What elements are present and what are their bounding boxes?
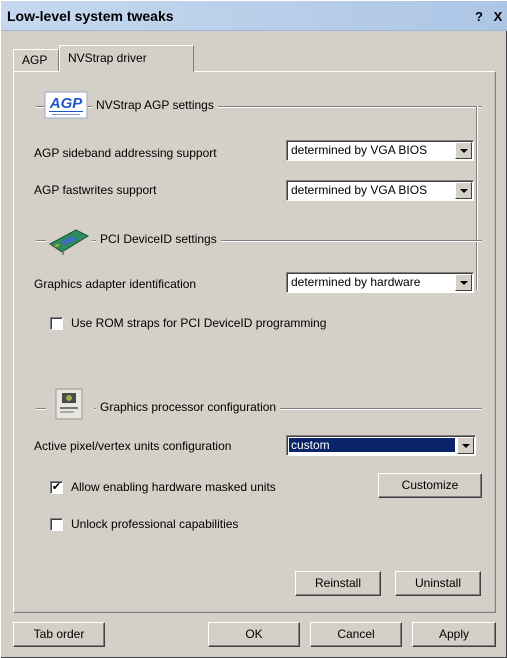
customize-button[interactable]: Customize (378, 473, 482, 498)
chevron-down-icon[interactable] (455, 274, 472, 291)
tab-nvstrap-label: NVStrap driver (68, 51, 147, 65)
fastwrites-label: AGP fastwrites support (34, 183, 157, 197)
tab-panel: AGP NVStrap AGP settings AGP sideband ad… (13, 71, 496, 613)
masked-units-label[interactable]: Allow enabling hardware masked units (71, 480, 276, 494)
apply-button[interactable]: Apply (412, 622, 496, 647)
units-label: Active pixel/vertex units configuration (34, 439, 232, 453)
professional-label[interactable]: Unlock professional capabilities (71, 517, 238, 531)
tab-agp[interactable]: AGP (13, 49, 59, 71)
masked-units-checkbox[interactable]: ✔ (50, 481, 63, 494)
ok-button[interactable]: OK (208, 622, 300, 647)
adapter-select[interactable]: determined by hardware (286, 272, 474, 293)
units-select[interactable]: custom (286, 435, 476, 456)
chevron-down-icon[interactable] (455, 182, 472, 199)
pci-group-title: PCI DeviceID settings (96, 232, 221, 246)
tab-nvstrap-driver[interactable]: NVStrap driver (59, 45, 194, 72)
chevron-down-icon[interactable] (455, 142, 472, 159)
sideband-select[interactable]: determined by VGA BIOS (286, 140, 474, 161)
agp-group-title: NVStrap AGP settings (92, 98, 218, 112)
rom-straps-checkbox[interactable] (50, 317, 63, 330)
sideband-label: AGP sideband addressing support (34, 146, 217, 160)
tab-agp-label: AGP (22, 53, 48, 67)
fastwrites-value: determined by VGA BIOS (291, 183, 428, 197)
rom-straps-label[interactable]: Use ROM straps for PCI DeviceID programm… (71, 316, 326, 330)
gpu-chip-icon (46, 385, 94, 423)
tab-order-button[interactable]: Tab order (13, 622, 105, 647)
title-bar[interactable]: Low-level system tweaks ? X (1, 1, 507, 31)
fastwrites-select[interactable]: determined by VGA BIOS (286, 180, 474, 201)
professional-checkbox[interactable] (50, 518, 63, 531)
dialog-window: Low-level system tweaks ? X AGP NVStrap … (0, 0, 507, 658)
agp-group-right-border (476, 106, 478, 290)
cancel-button[interactable]: Cancel (310, 622, 402, 647)
gpu-group-title: Graphics processor configuration (96, 400, 281, 414)
close-button[interactable]: X (491, 9, 505, 24)
graphics-card-icon (46, 222, 92, 256)
chevron-down-icon[interactable] (457, 437, 474, 454)
agp-logo-text: AGP (49, 95, 84, 112)
uninstall-button[interactable]: Uninstall (395, 571, 481, 596)
agp-logo-icon: AGP (44, 90, 88, 120)
help-button[interactable]: ? (472, 9, 486, 24)
units-value: custom (289, 438, 455, 452)
adapter-value: determined by hardware (291, 275, 421, 289)
adapter-label: Graphics adapter identification (34, 277, 197, 291)
reinstall-button[interactable]: Reinstall (295, 571, 381, 596)
sideband-value: determined by VGA BIOS (291, 143, 428, 157)
window-title: Low-level system tweaks (7, 8, 174, 24)
